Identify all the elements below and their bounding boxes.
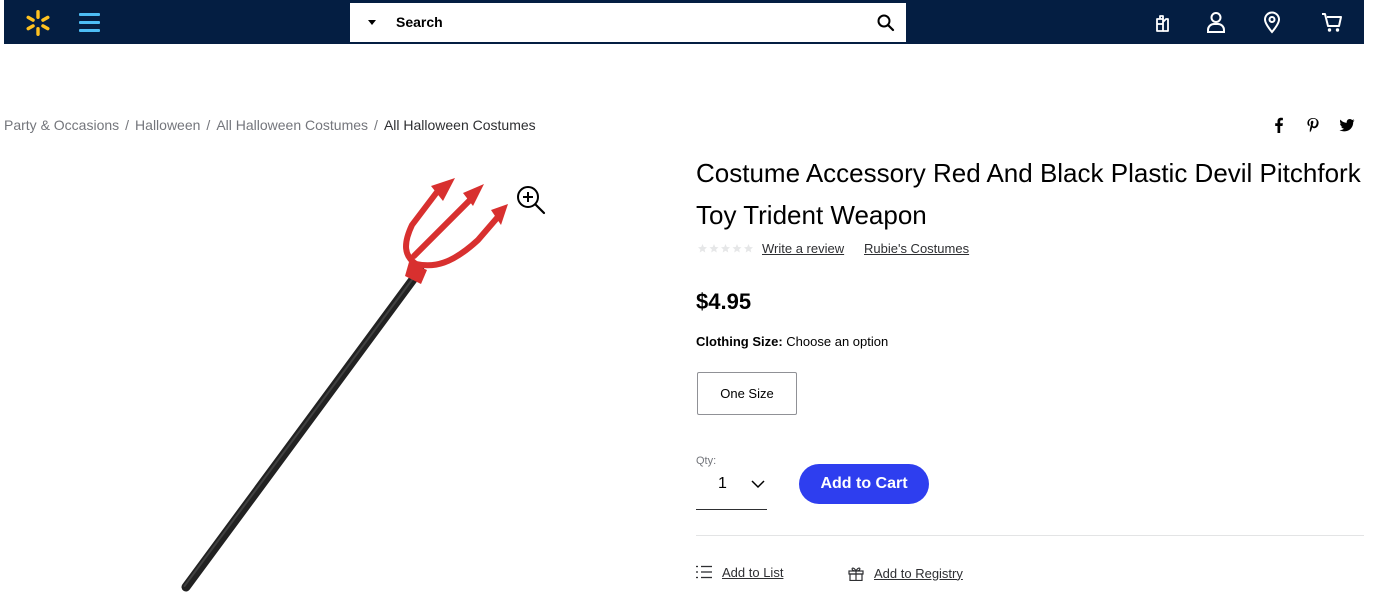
size-prompt: Choose an option bbox=[786, 334, 889, 349]
top-nav-bar bbox=[4, 0, 1364, 44]
breadcrumb-halloween[interactable]: Halloween bbox=[135, 117, 200, 133]
add-to-registry-label: Add to Registry bbox=[874, 565, 963, 581]
product-title: Costume Accessory Red And Black Plastic … bbox=[696, 158, 1361, 230]
chevron-down-icon bbox=[751, 480, 765, 489]
account-icon[interactable] bbox=[1204, 10, 1228, 34]
size-selector-label: Clothing Size: Choose an option bbox=[696, 334, 888, 349]
brand-link[interactable]: Rubie's Costumes bbox=[864, 241, 969, 256]
add-to-cart-button[interactable]: Add to Cart bbox=[799, 464, 929, 504]
pinterest-icon[interactable] bbox=[1305, 117, 1321, 133]
reorder-icon[interactable] bbox=[1149, 10, 1173, 34]
write-review-link[interactable]: Write a review bbox=[762, 241, 844, 256]
breadcrumb-party-occasions[interactable]: Party & Occasions bbox=[4, 117, 119, 133]
size-option-one-size[interactable]: One Size bbox=[697, 372, 797, 415]
breadcrumb-separator: / bbox=[206, 117, 211, 133]
breadcrumb-current[interactable]: All Halloween Costumes bbox=[384, 117, 536, 133]
add-to-list-link[interactable]: Add to List bbox=[696, 563, 783, 581]
gift-icon bbox=[848, 566, 864, 581]
breadcrumb-all-halloween-costumes[interactable]: All Halloween Costumes bbox=[216, 117, 368, 133]
breadcrumb-separator: / bbox=[125, 117, 130, 133]
cart-icon[interactable] bbox=[1320, 10, 1344, 34]
rating-stars bbox=[698, 244, 753, 253]
location-icon[interactable] bbox=[1260, 10, 1284, 34]
walmart-spark-icon[interactable] bbox=[24, 9, 52, 37]
search-bar bbox=[350, 3, 906, 42]
caret-down-icon[interactable] bbox=[368, 20, 376, 25]
twitter-icon[interactable] bbox=[1339, 117, 1355, 133]
search-icon[interactable] bbox=[876, 13, 896, 33]
product-price: $4.95 bbox=[696, 289, 752, 314]
size-label: Clothing Size: bbox=[696, 334, 783, 349]
quantity-select[interactable]: 1 bbox=[696, 470, 767, 510]
zoom-in-icon[interactable] bbox=[514, 183, 548, 217]
hamburger-menu-icon[interactable] bbox=[79, 11, 101, 33]
breadcrumb: Party & Occasions / Halloween / All Hallowee… bbox=[4, 117, 536, 133]
divider bbox=[696, 535, 1364, 536]
search-input[interactable] bbox=[396, 11, 856, 33]
qty-label: Qty: bbox=[696, 455, 717, 467]
product-image[interactable] bbox=[150, 160, 570, 597]
breadcrumb-separator: / bbox=[374, 117, 378, 133]
quantity-value: 1 bbox=[718, 475, 727, 492]
facebook-icon[interactable] bbox=[1271, 117, 1287, 133]
add-to-list-label: Add to List bbox=[722, 564, 784, 580]
add-to-registry-link[interactable]: Add to Registry bbox=[848, 564, 963, 582]
list-icon bbox=[696, 565, 712, 579]
